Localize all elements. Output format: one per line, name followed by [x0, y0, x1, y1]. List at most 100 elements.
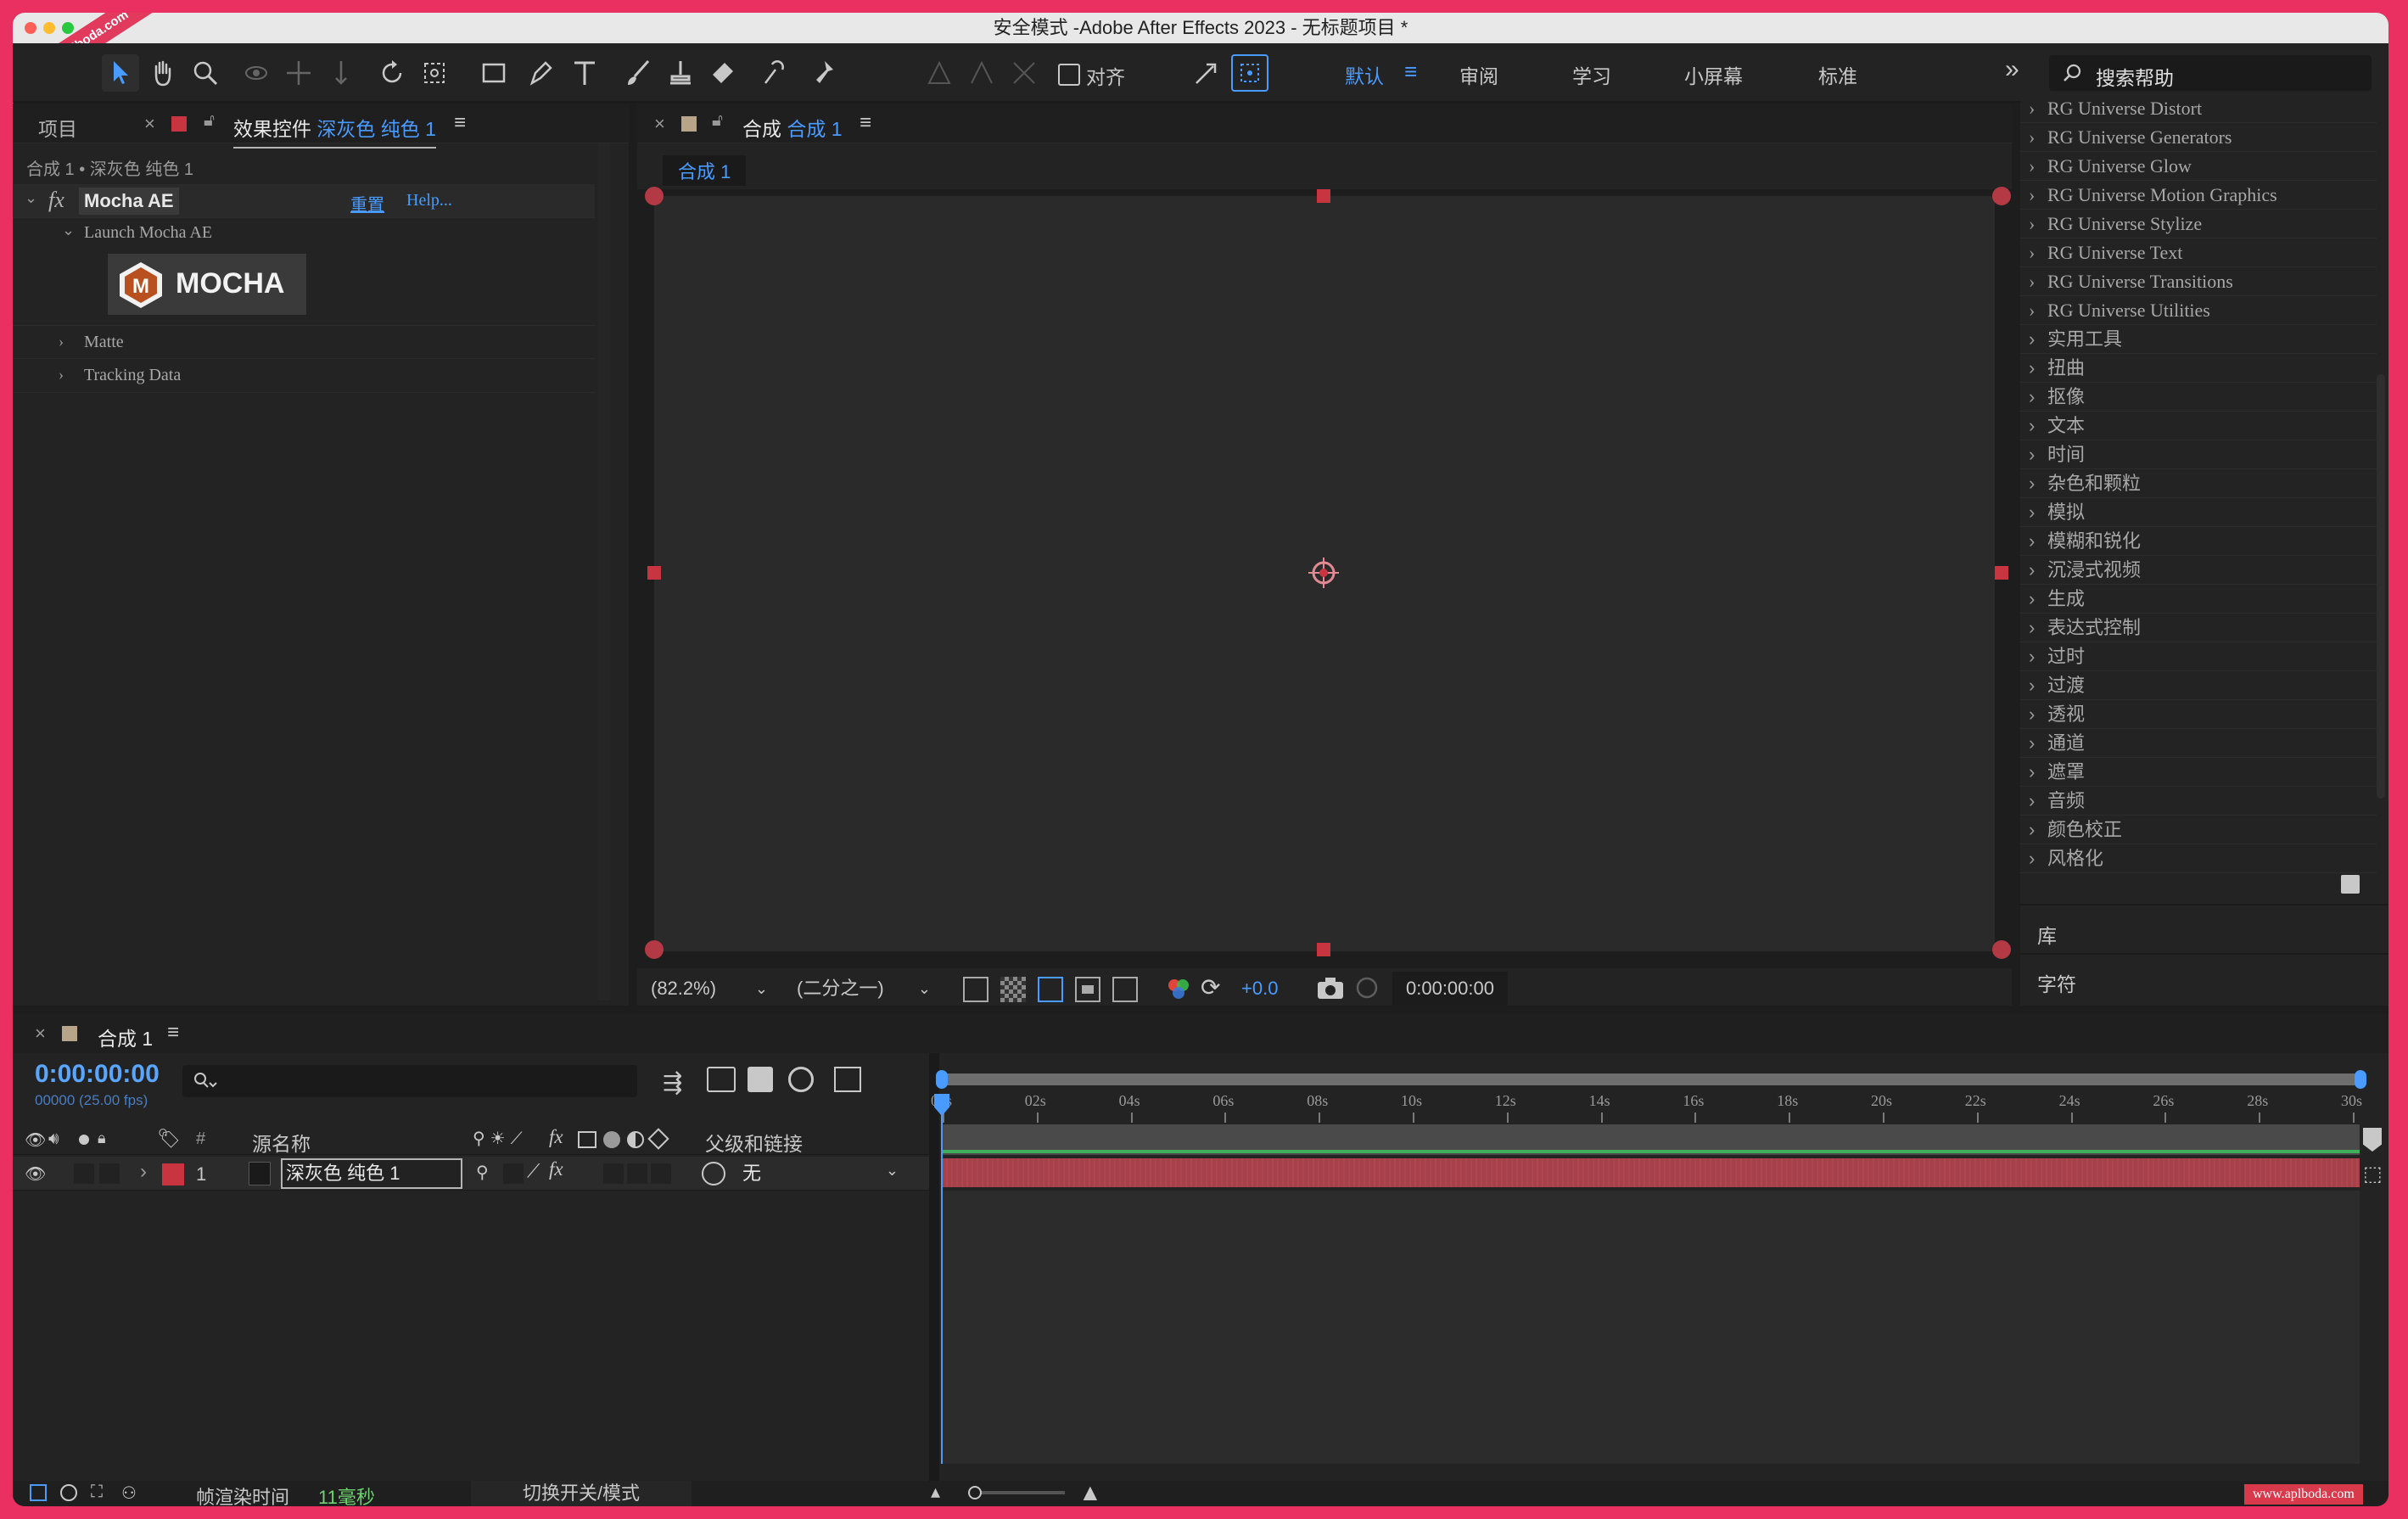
- search-help-field[interactable]: 搜索帮助: [2049, 55, 2372, 91]
- snap-feature-icon[interactable]: [1231, 54, 1268, 92]
- character-panel-header[interactable]: 字符: [2020, 956, 2388, 1002]
- transform-handle-right[interactable]: [1995, 566, 2008, 580]
- transform-handle-left[interactable]: [647, 566, 661, 580]
- tab-project[interactable]: 项目: [38, 113, 77, 142]
- comp-subtab[interactable]: 合成 1: [663, 155, 747, 186]
- effect-category-item[interactable]: › 时间: [2020, 440, 2377, 469]
- lock-column-icon[interactable]: 🔒︎: [98, 1129, 106, 1147]
- zoom-tool-icon[interactable]: [187, 54, 224, 92]
- tracking-expand-chevron[interactable]: ›: [59, 366, 64, 384]
- transform-handle-bottom[interactable]: [1317, 943, 1330, 956]
- matte-expand-chevron[interactable]: ›: [59, 333, 64, 350]
- effect-category-item[interactable]: › 透视: [2020, 700, 2377, 729]
- launch-expand-chevron[interactable]: ⌄: [62, 221, 75, 239]
- transform-handle-top[interactable]: [1317, 189, 1330, 203]
- brush-tool-icon[interactable]: [619, 54, 657, 92]
- switches-icons[interactable]: ⚲☀⟋: [473, 1128, 528, 1149]
- rotation-tool-icon[interactable]: [373, 54, 411, 92]
- comp-end-marker[interactable]: [2363, 1128, 2382, 1152]
- pan-camera-icon[interactable]: [280, 54, 317, 92]
- transform-handle-bottom-right[interactable]: [1992, 940, 2011, 959]
- mask-visibility-icon[interactable]: [1038, 977, 1063, 1002]
- workspace-standard[interactable]: 标准: [1818, 60, 1857, 89]
- resolution-dropdown[interactable]: (二分之一) ⌄: [792, 972, 936, 1006]
- playhead-line[interactable]: [941, 1096, 943, 1464]
- more-workspaces-button[interactable]: »: [2005, 55, 2019, 84]
- layer-quality-switch-icon[interactable]: ⟋: [527, 1160, 540, 1182]
- layer-row[interactable]: 👁︎ › 1 深灰色 纯色 1 ⚲ ⟋ fx 无 ⌄: [13, 1157, 929, 1191]
- zoom-dropdown[interactable]: (82.2%) ⌄: [646, 972, 773, 1006]
- effect-category-item[interactable]: › 杂色和颗粒: [2020, 469, 2377, 498]
- pick-whip-icon[interactable]: [702, 1162, 725, 1185]
- workspace-small-screen[interactable]: 小屏幕: [1684, 60, 1743, 89]
- orbit-camera-icon[interactable]: [238, 54, 275, 92]
- effect-name[interactable]: Mocha AE: [79, 188, 179, 215]
- close-comp-tab-icon[interactable]: ×: [654, 113, 665, 135]
- timeline-tracks[interactable]: [941, 1191, 2360, 1464]
- transform-handle-top-right[interactable]: [1992, 187, 2011, 205]
- hand-tool-icon[interactable]: [144, 54, 182, 92]
- effect-category-item[interactable]: › RG Universe Transitions: [2020, 267, 2377, 296]
- layer-adjustment-switch[interactable]: [627, 1163, 647, 1184]
- tab-effects-controls[interactable]: 效果控件 深灰色 纯色 1: [233, 113, 436, 149]
- layer-collapse-switch[interactable]: [503, 1163, 524, 1184]
- snap-option-icon-2[interactable]: [963, 54, 1000, 92]
- label-tag-icon[interactable]: 🏷︎: [157, 1128, 181, 1150]
- effect-category-item[interactable]: › 抠像: [2020, 383, 2377, 412]
- transfer-controls-icon[interactable]: ⛶: [91, 1483, 103, 1502]
- effect-category-item[interactable]: › 生成: [2020, 585, 2377, 614]
- snap-option-icon-1[interactable]: [921, 54, 958, 92]
- 3d-layer-icon[interactable]: [647, 1128, 669, 1150]
- effect-category-item[interactable]: › 通道: [2020, 729, 2377, 758]
- effect-category-item[interactable]: › RG Universe Glow: [2020, 152, 2377, 181]
- time-ruler[interactable]: 00s02s04s06s08s10s12s14s16s18s20s22s24s2…: [13, 1014, 2388, 1124]
- workspace-learn[interactable]: 学习: [1572, 60, 1611, 89]
- col-parent-link[interactable]: 父级和链接: [705, 1128, 803, 1157]
- close-tab-icon[interactable]: ×: [144, 113, 155, 135]
- adjustment-layer-icon[interactable]: [578, 1131, 596, 1148]
- layer-expand-chevron[interactable]: ›: [140, 1160, 147, 1184]
- panel-menu-icon[interactable]: ≡: [454, 111, 466, 135]
- library-panel-header[interactable]: 库: [2020, 909, 2388, 955]
- rectangle-tool-icon[interactable]: [475, 54, 512, 92]
- grid-guides-icon[interactable]: [1112, 977, 1138, 1002]
- effect-category-item[interactable]: › 过时: [2020, 642, 2377, 671]
- effect-category-item[interactable]: › RG Universe Motion Graphics: [2020, 181, 2377, 210]
- layer-fx-switch-icon[interactable]: fx: [549, 1158, 563, 1180]
- lock-icon[interactable]: 🔓︎: [204, 111, 215, 131]
- exposure-value[interactable]: +0.0: [1241, 972, 1278, 1006]
- layer-duration-bar[interactable]: [941, 1158, 2360, 1187]
- toggle-switches-modes-button[interactable]: 切换开关/模式: [471, 1481, 692, 1506]
- layer-switches-icon[interactable]: [60, 1484, 77, 1501]
- effect-category-item[interactable]: › RG Universe Text: [2020, 238, 2377, 267]
- launch-mocha-row[interactable]: ⌄ Launch Mocha AE: [13, 218, 595, 250]
- close-window-button[interactable]: [25, 22, 36, 34]
- roto-brush-tool-icon[interactable]: [755, 54, 792, 92]
- effect-category-item[interactable]: › 遮罩: [2020, 758, 2377, 787]
- in-out-icon[interactable]: ⚇: [121, 1483, 137, 1504]
- comp-lock-icon[interactable]: 🔓︎: [712, 111, 723, 131]
- effect-row-mocha[interactable]: ⌄ fx Mocha AE 重置 Help...: [13, 184, 595, 218]
- layer-3d-switch[interactable]: [651, 1163, 671, 1184]
- effect-category-item[interactable]: › RG Universe Distort: [2020, 94, 2377, 123]
- effect-category-item[interactable]: › 模拟: [2020, 498, 2377, 527]
- layer-lock-box[interactable]: [99, 1163, 120, 1184]
- transparency-grid-icon[interactable]: [1000, 977, 1026, 1002]
- comp-viewer[interactable]: [637, 187, 2012, 968]
- zoom-slider-thumb[interactable]: [968, 1486, 982, 1499]
- fx-toggle-icon[interactable]: fx: [48, 188, 64, 213]
- help-link[interactable]: Help...: [406, 191, 452, 210]
- effect-category-item[interactable]: › RG Universe Stylize: [2020, 210, 2377, 238]
- tracking-data-row[interactable]: › Tracking Data: [13, 359, 595, 393]
- align-checkbox[interactable]: [1058, 64, 1080, 86]
- tab-composition[interactable]: 合成 合成 1: [742, 113, 843, 142]
- layer-motion-blur-switch[interactable]: [603, 1163, 624, 1184]
- minimize-window-button[interactable]: [43, 22, 55, 34]
- effect-category-item[interactable]: › RG Universe Utilities: [2020, 296, 2377, 325]
- layer-list-empty[interactable]: [13, 1191, 929, 1464]
- snapping-icon[interactable]: [1188, 54, 1225, 92]
- effect-category-item[interactable]: › 颜色校正: [2020, 816, 2377, 844]
- effect-category-item[interactable]: › 扭曲: [2020, 354, 2377, 383]
- puppet-pin-tool-icon[interactable]: [806, 54, 843, 92]
- transform-handle-bottom-left[interactable]: [645, 940, 664, 959]
